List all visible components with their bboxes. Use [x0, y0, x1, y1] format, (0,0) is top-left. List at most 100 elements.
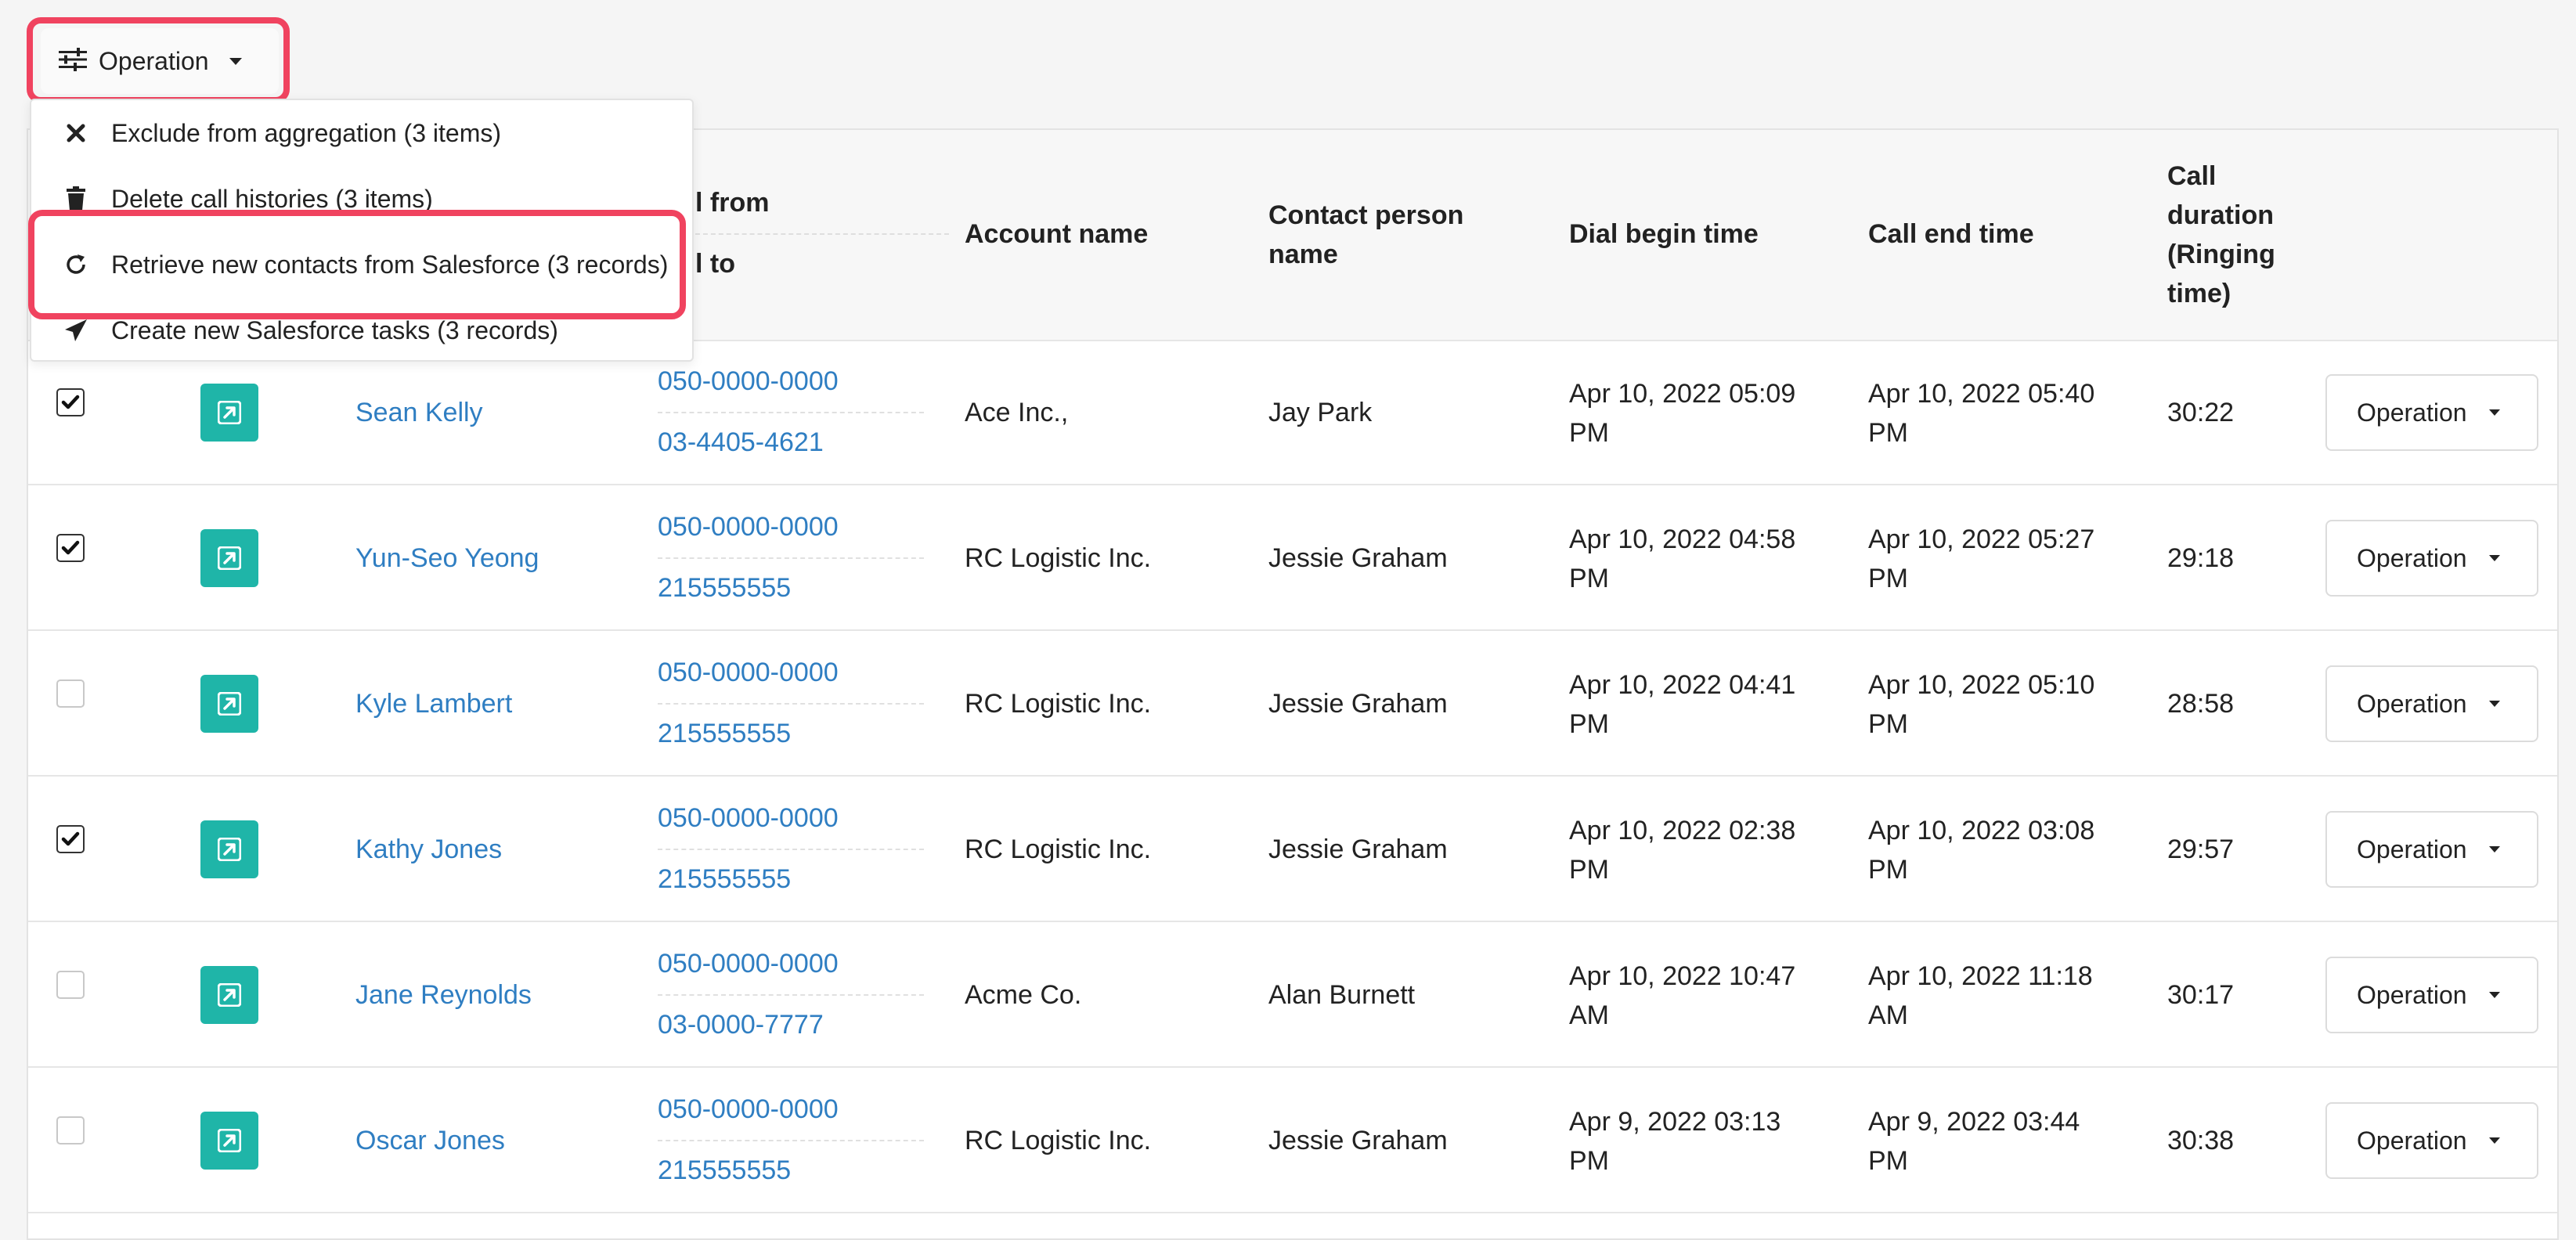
row-operation-button[interactable]: Operation	[2325, 520, 2538, 597]
phone-divider	[658, 849, 924, 850]
call-from-number[interactable]: 050-0000-0000	[658, 653, 839, 692]
contact-person-name: Jessie Graham	[1268, 689, 1448, 719]
row-operation-label: Operation	[2357, 1126, 2467, 1155]
contact-name-link[interactable]: Sean Kelly	[355, 393, 483, 432]
contact-name-link[interactable]: Kyle Lambert	[355, 684, 512, 723]
header-duration-line2: duration	[2167, 200, 2274, 230]
sliders-icon	[58, 47, 88, 75]
call-to-number[interactable]: 215555555	[658, 1151, 791, 1190]
header-call-end-time: Call end time	[1868, 219, 2034, 249]
contact-person-name: Jessie Graham	[1268, 834, 1448, 864]
table-row: Kyle Lambert 050-0000-0000 215555555 RC Log…	[28, 631, 2557, 777]
call-end-time: Apr 10, 2022 05:40	[1868, 379, 2095, 409]
dial-begin-time: Apr 10, 2022 05:09	[1569, 379, 1796, 409]
send-icon	[63, 317, 89, 344]
dial-begin-time: Apr 10, 2022 04:41	[1569, 670, 1796, 700]
row-operation-label: Operation	[2357, 543, 2467, 572]
call-to-number[interactable]: 215555555	[658, 860, 791, 899]
header-duration-line1: Call	[2167, 161, 2217, 191]
account-name: Acme Co.	[965, 980, 1082, 1010]
menu-item-retrieve-contacts[interactable]: Retrieve new contacts from Salesforce (3…	[31, 232, 692, 297]
row-operation-button[interactable]: Operation	[2325, 957, 2538, 1033]
menu-item-label: Exclude from aggregation (3 items)	[111, 118, 501, 147]
menu-item-delete-histories[interactable]: Delete call histories (3 items)	[31, 166, 692, 232]
open-record-button[interactable]	[200, 1112, 258, 1170]
call-to-number[interactable]: 03-0000-7777	[658, 1005, 824, 1044]
dial-begin-ampm: PM	[1569, 709, 1609, 739]
call-to-number[interactable]: 215555555	[658, 568, 791, 607]
call-from-number[interactable]: 050-0000-0000	[658, 362, 839, 401]
call-end-time: Apr 9, 2022 03:44	[1868, 1107, 2080, 1137]
contact-person-name: Alan Burnett	[1268, 980, 1416, 1010]
contact-person-name: Jessie Graham	[1268, 543, 1448, 573]
open-record-button[interactable]	[200, 384, 258, 442]
header-call-to: l to	[695, 249, 735, 279]
contact-name-link[interactable]: Yun-Seo Yeong	[355, 539, 539, 578]
menu-item-create-tasks[interactable]: Create new Salesforce tasks (3 records)	[31, 297, 692, 363]
table-row: Kathy Jones 050-0000-0000 215555555 RC Logi…	[28, 777, 2557, 922]
chevron-down-icon	[2488, 1137, 2500, 1144]
row-select-checkbox[interactable]	[56, 825, 85, 853]
row-operation-button[interactable]: Operation	[2325, 374, 2538, 451]
chevron-down-icon	[2488, 701, 2500, 707]
dial-begin-time: Apr 9, 2022 03:13	[1569, 1107, 1781, 1137]
call-duration: 30:17	[2167, 980, 2235, 1010]
chevron-down-icon	[2488, 555, 2500, 561]
table-row: Oscar Jones 050-0000-0000 215555555 RC Logi…	[28, 1068, 2557, 1213]
row-select-checkbox[interactable]	[56, 388, 85, 416]
account-name: RC Logistic Inc.	[965, 1126, 1152, 1155]
contact-name-link[interactable]: Oscar Jones	[355, 1121, 505, 1160]
trash-icon	[63, 186, 89, 212]
dial-begin-time: Apr 10, 2022 02:38	[1569, 816, 1796, 845]
call-duration: 28:58	[2167, 689, 2235, 719]
contact-person-name: Jessie Graham	[1268, 1126, 1448, 1155]
dial-begin-ampm: PM	[1569, 564, 1609, 593]
row-operation-label: Operation	[2357, 980, 2467, 1009]
phone-divider	[658, 703, 924, 705]
call-from-number[interactable]: 050-0000-0000	[658, 944, 839, 983]
call-duration: 30:22	[2167, 398, 2235, 427]
call-to-number[interactable]: 03-4405-4621	[658, 423, 824, 462]
contact-name-link[interactable]: Kathy Jones	[355, 830, 502, 869]
header-contact-line1: Contact person	[1268, 200, 1464, 230]
row-operation-button[interactable]: Operation	[2325, 1102, 2538, 1179]
refresh-icon	[63, 251, 89, 278]
chevron-down-icon	[2488, 846, 2500, 852]
menu-item-label: Delete call histories (3 items)	[111, 184, 433, 213]
open-record-button[interactable]	[200, 675, 258, 733]
row-select-checkbox[interactable]	[56, 971, 85, 999]
header-dial-begin-time: Dial begin time	[1569, 219, 1759, 249]
call-duration: 29:57	[2167, 834, 2235, 864]
call-from-number[interactable]: 050-0000-0000	[658, 798, 839, 838]
open-record-button[interactable]	[200, 820, 258, 878]
row-operation-button[interactable]: Operation	[2325, 811, 2538, 888]
header-call-from: l from	[695, 188, 770, 218]
open-record-button[interactable]	[200, 966, 258, 1024]
x-icon	[63, 120, 89, 146]
dial-begin-time: Apr 10, 2022 04:58	[1569, 524, 1796, 554]
bulk-operation-button[interactable]: Operation	[41, 28, 279, 94]
table-row: Jane Reynolds 050-0000-0000 03-0000-7777 Ac…	[28, 922, 2557, 1068]
call-from-number[interactable]: 050-0000-0000	[658, 507, 839, 546]
call-end-time: Apr 10, 2022 11:18	[1868, 961, 2093, 991]
call-end-ampm: PM	[1868, 855, 1908, 885]
row-operation-button[interactable]: Operation	[2325, 665, 2538, 742]
header-divider	[695, 233, 949, 235]
row-select-checkbox[interactable]	[56, 534, 85, 562]
call-duration: 30:38	[2167, 1126, 2235, 1155]
call-to-number[interactable]: 215555555	[658, 714, 791, 753]
header-duration-line4: time)	[2167, 279, 2231, 308]
menu-item-exclude-aggregation[interactable]: Exclude from aggregation (3 items)	[31, 100, 692, 166]
call-from-number[interactable]: 050-0000-0000	[658, 1090, 839, 1129]
dial-begin-ampm: PM	[1569, 418, 1609, 448]
row-select-checkbox[interactable]	[56, 679, 85, 708]
call-end-ampm: PM	[1868, 709, 1908, 739]
call-duration: 29:18	[2167, 543, 2235, 573]
contact-name-link[interactable]: Jane Reynolds	[355, 975, 532, 1015]
call-end-ampm: PM	[1868, 564, 1908, 593]
row-select-checkbox[interactable]	[56, 1116, 85, 1144]
chevron-down-icon	[2488, 992, 2500, 998]
phone-divider	[658, 557, 924, 559]
open-record-button[interactable]	[200, 529, 258, 587]
header-account-name: Account name	[965, 219, 1149, 249]
